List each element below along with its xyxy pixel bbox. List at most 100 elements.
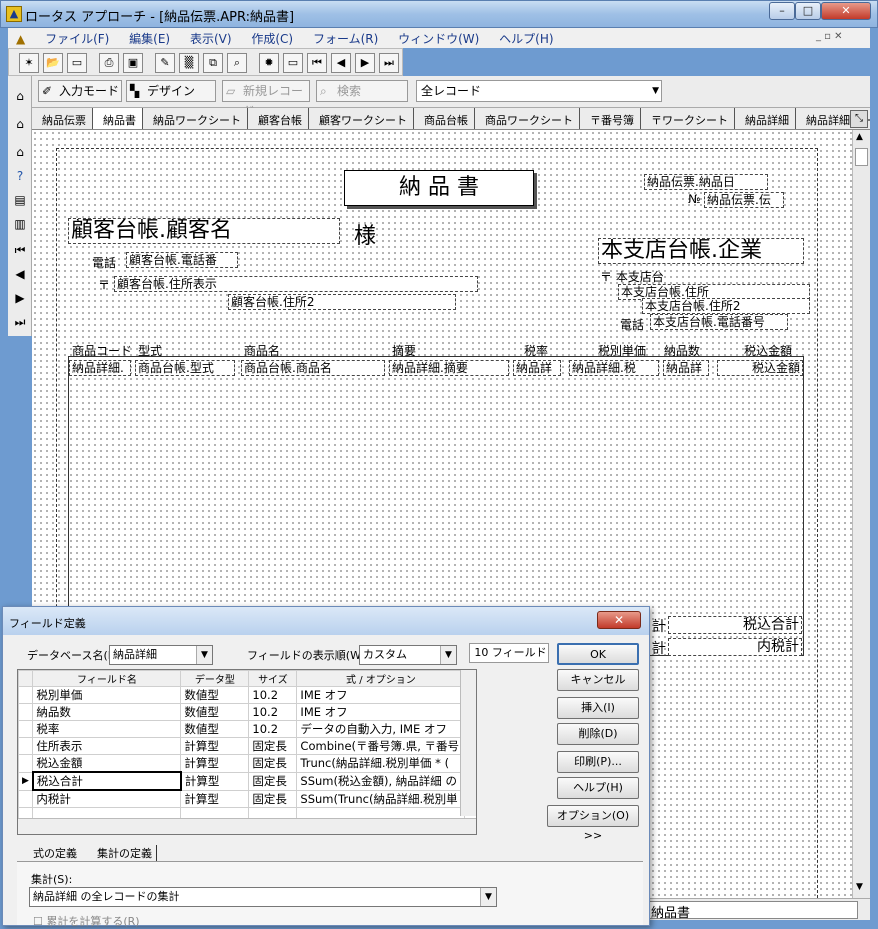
row-field-code[interactable]: 納品詳細.: [69, 360, 131, 376]
cell-options[interactable]: Combine(〒番号簿.県, 〒番号: [296, 737, 466, 755]
menu-edit[interactable]: 編集(E): [121, 28, 178, 49]
new-record-button[interactable]: ▱新規レコード: [222, 80, 310, 118]
tel-field[interactable]: 顧客台帳.電話番: [126, 252, 238, 268]
tab-nohin-worksheet[interactable]: 納品ワークシート: [143, 108, 248, 129]
order-select[interactable]: カスタム ▼: [359, 645, 457, 665]
tab-shohin-daicho[interactable]: 商品台帳: [414, 108, 475, 129]
no-field[interactable]: 納品伝票.伝: [704, 192, 784, 208]
cell-field-name[interactable]: 納品数: [32, 703, 182, 721]
copy-icon[interactable]: ⧉: [203, 53, 223, 73]
cell-size[interactable]: 固定長: [248, 789, 298, 808]
tab-postal-worksheet[interactable]: 〒ワークシート: [641, 108, 735, 129]
prev-record-icon[interactable]: ◀: [331, 53, 351, 73]
menu-file[interactable]: ファイル(F): [37, 28, 117, 49]
row-field-unitprice[interactable]: 納品詳細.税: [569, 360, 659, 376]
cumulative-checkbox[interactable]: ☐ 累計を計算する(R): [33, 913, 140, 929]
form-title-box[interactable]: 納 品 書: [344, 170, 534, 206]
print-button[interactable]: 印刷(P)...: [557, 751, 639, 773]
cell-options[interactable]: SSum(Trunc(納品詳細.税別単: [296, 789, 466, 808]
col-data-type[interactable]: データ型: [180, 670, 250, 687]
customer-name-field[interactable]: 顧客台帳.顧客名: [68, 218, 340, 244]
grid-vscroll[interactable]: [460, 670, 476, 816]
find-icon[interactable]: ⌕: [227, 53, 247, 73]
input-mode-button[interactable]: ✐ 入力モード: [38, 80, 122, 102]
cell-options[interactable]: SSum(税込金額), 納品詳細 の: [296, 771, 466, 791]
cell-field-name[interactable]: 税込金額: [32, 754, 182, 773]
minimize-button[interactable]: –: [769, 2, 795, 20]
col-field-name[interactable]: フィールド名: [32, 670, 182, 687]
form-icon[interactable]: ▭: [283, 53, 303, 73]
table-row[interactable]: 内税計 計算型 固定長 SSum(Trunc(納品詳細.税別単: [18, 789, 466, 808]
table-row[interactable]: 税込金額 計算型 固定長 Trunc(納品詳細.税別単価 * (: [18, 754, 466, 773]
company-field[interactable]: 本支店台帳.企業: [598, 238, 804, 264]
cell-field-name[interactable]: 税別単価: [32, 686, 182, 704]
cell-type[interactable]: 数値型: [180, 686, 250, 704]
status-form-name[interactable]: 納品書: [648, 901, 858, 921]
cell-options[interactable]: Trunc(納品詳細.税別単価 * (: [296, 754, 466, 773]
table-row-selected[interactable]: ▶ 税込合計 計算型 固定長 SSum(税込金額), 納品詳細 の: [18, 771, 466, 791]
help-icon[interactable]: ?: [10, 166, 30, 186]
lightbulb-icon[interactable]: ✹: [259, 53, 279, 73]
print-icon[interactable]: ⎙: [99, 53, 119, 73]
row-field-summary[interactable]: 納品詳細.摘要: [389, 360, 509, 376]
row-field-amount[interactable]: 税込金額: [717, 360, 803, 376]
subtab-summary[interactable]: 集計の定義: [97, 845, 157, 861]
folder-icon[interactable]: ▭: [67, 53, 87, 73]
cell-field-name[interactable]: 税率: [32, 720, 182, 738]
delete-button[interactable]: 削除(D): [557, 723, 639, 745]
address2-field[interactable]: 顧客台帳.住所2: [228, 294, 456, 310]
last-icon[interactable]: ⏭: [10, 312, 30, 332]
scroll-thumb[interactable]: [855, 148, 868, 166]
row-field-taxrate[interactable]: 納品詳: [513, 360, 561, 376]
cell-options[interactable]: データの自動入力, IME オフ: [296, 720, 466, 738]
search-button[interactable]: ⌕ 検索: [316, 80, 408, 102]
tab-kokyaku-daicho[interactable]: 顧客台帳: [248, 108, 309, 129]
col-size[interactable]: サイズ: [248, 670, 298, 687]
home-icon[interactable]: ⌂: [10, 142, 30, 162]
mdi-controls[interactable]: _ ▫ ✕: [816, 31, 843, 42]
table-row[interactable]: 納品数 数値型 10.2 IME オフ: [18, 703, 466, 721]
tab-nohin-denpyo[interactable]: 納品伝票: [32, 108, 93, 129]
cell-type[interactable]: 数値型: [180, 720, 250, 738]
table-row[interactable]: 税別単価 数値型 10.2 IME オフ: [18, 686, 466, 704]
db-select[interactable]: 納品詳細 ▼: [109, 645, 213, 665]
row-field-quantity[interactable]: 納品詳: [663, 360, 709, 376]
menu-view[interactable]: 表示(V): [182, 28, 240, 49]
cell-field-name-editing[interactable]: 税込合計: [31, 771, 182, 791]
design-icon[interactable]: ⌂: [10, 114, 30, 134]
cell-field-name[interactable]: 住所表示: [32, 737, 182, 755]
branch-tel-field[interactable]: 本支店台帳.電話番号: [650, 314, 788, 330]
ok-button[interactable]: OK: [557, 643, 639, 665]
cell-options[interactable]: IME オフ: [296, 703, 466, 721]
last-record-icon[interactable]: ⏭: [379, 53, 399, 73]
chart-icon[interactable]: ▥: [10, 214, 30, 234]
cell-size[interactable]: 10.2: [248, 686, 298, 704]
record-select-dropdown[interactable]: 全レコード ▼: [416, 80, 662, 102]
cell-size[interactable]: 10.2: [248, 720, 298, 738]
cell-size[interactable]: 固定長: [248, 754, 298, 773]
prev-icon[interactable]: ◀: [10, 264, 30, 284]
eraser-icon[interactable]: ✎: [155, 53, 175, 73]
scroll-up-icon[interactable]: ▲: [856, 132, 863, 142]
browse-icon[interactable]: ⌂: [10, 86, 30, 106]
options-button[interactable]: オプション(O) >>: [547, 805, 639, 842]
summary-select[interactable]: 納品詳細 の全レコードの集計 ▼: [29, 887, 497, 907]
address-field[interactable]: 顧客台帳.住所表示: [114, 276, 478, 292]
cell-type[interactable]: 計算型: [180, 737, 250, 755]
row-field-model[interactable]: 商品台帳.型式: [135, 360, 235, 376]
help-button[interactable]: ヘルプ(H): [557, 777, 639, 799]
cell-field-name[interactable]: 内税計: [32, 789, 182, 808]
dialog-close-button[interactable]: ✕: [597, 611, 641, 629]
close-button[interactable]: ✕: [821, 2, 871, 20]
grid-hscroll[interactable]: [18, 818, 476, 834]
tab-nohinsho[interactable]: 納品書: [93, 108, 143, 129]
vertical-scrollbar[interactable]: ▲ ▼: [852, 130, 870, 898]
new-file-icon[interactable]: ✶: [19, 53, 39, 73]
col-formula[interactable]: 式 / オプション: [296, 670, 466, 687]
db-icon[interactable]: ▤: [10, 190, 30, 210]
maximize-button[interactable]: □: [795, 2, 821, 20]
menu-window[interactable]: ウィンドウ(W): [390, 28, 487, 49]
next-icon[interactable]: ▶: [10, 288, 30, 308]
first-icon[interactable]: ⏮: [10, 240, 30, 260]
next-record-icon[interactable]: ▶: [355, 53, 375, 73]
